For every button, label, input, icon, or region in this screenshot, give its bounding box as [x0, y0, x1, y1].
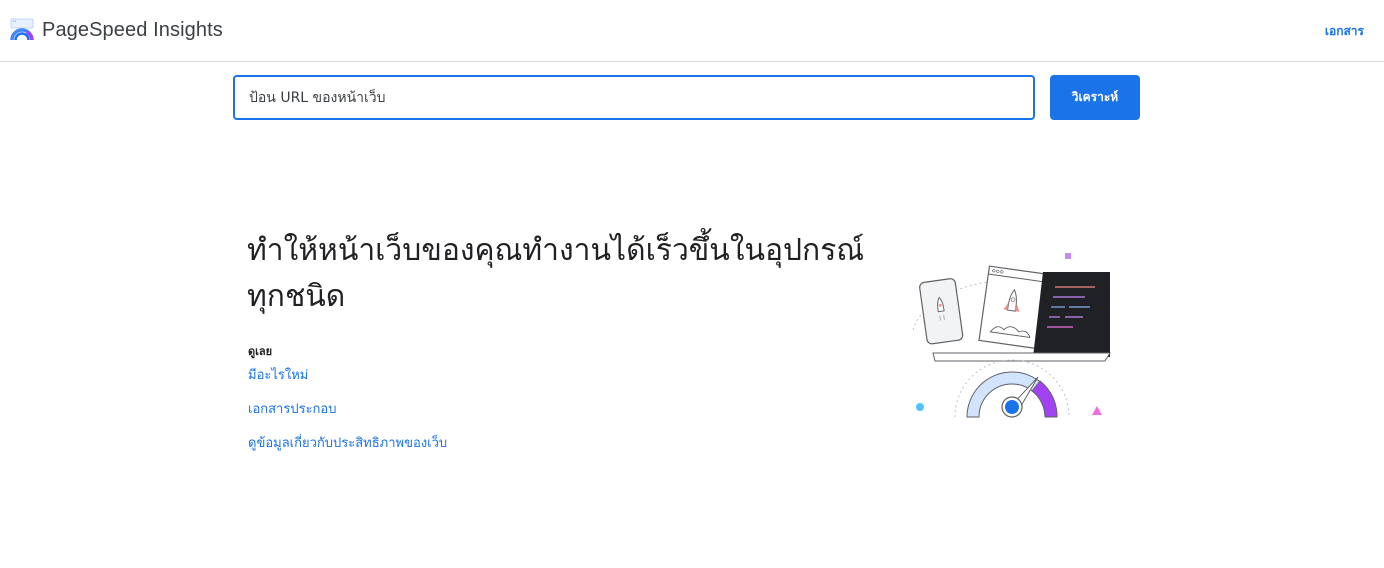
pagespeed-logo-icon	[10, 18, 34, 41]
docs-link[interactable]: เอกสาร	[1325, 22, 1364, 41]
speed-devices-illustration-icon	[912, 253, 1111, 418]
url-input[interactable]	[233, 75, 1035, 120]
top-bar: PageSpeed Insights เอกสาร	[0, 0, 1384, 62]
brand[interactable]: PageSpeed Insights	[10, 16, 223, 44]
resource-links: มีอะไรใหม่ เอกสารประกอบ ดูข้อมูลเกี่ยวกั…	[248, 366, 447, 468]
web-performance-link[interactable]: ดูข้อมูลเกี่ยวกับประสิทธิภาพของเว็บ	[248, 434, 447, 468]
see-more-label: ดูเลย	[248, 345, 273, 358]
whats-new-link[interactable]: มีอะไรใหม่	[248, 366, 447, 400]
hero-title: ทำให้หน้าเว็บของคุณทำงานได้เร็วขึ้นในอุป…	[247, 233, 865, 314]
documentation-link[interactable]: เอกสารประกอบ	[248, 400, 447, 434]
app-name: PageSpeed Insights	[42, 18, 223, 41]
analyze-button[interactable]: วิเคราะห์	[1050, 75, 1140, 120]
